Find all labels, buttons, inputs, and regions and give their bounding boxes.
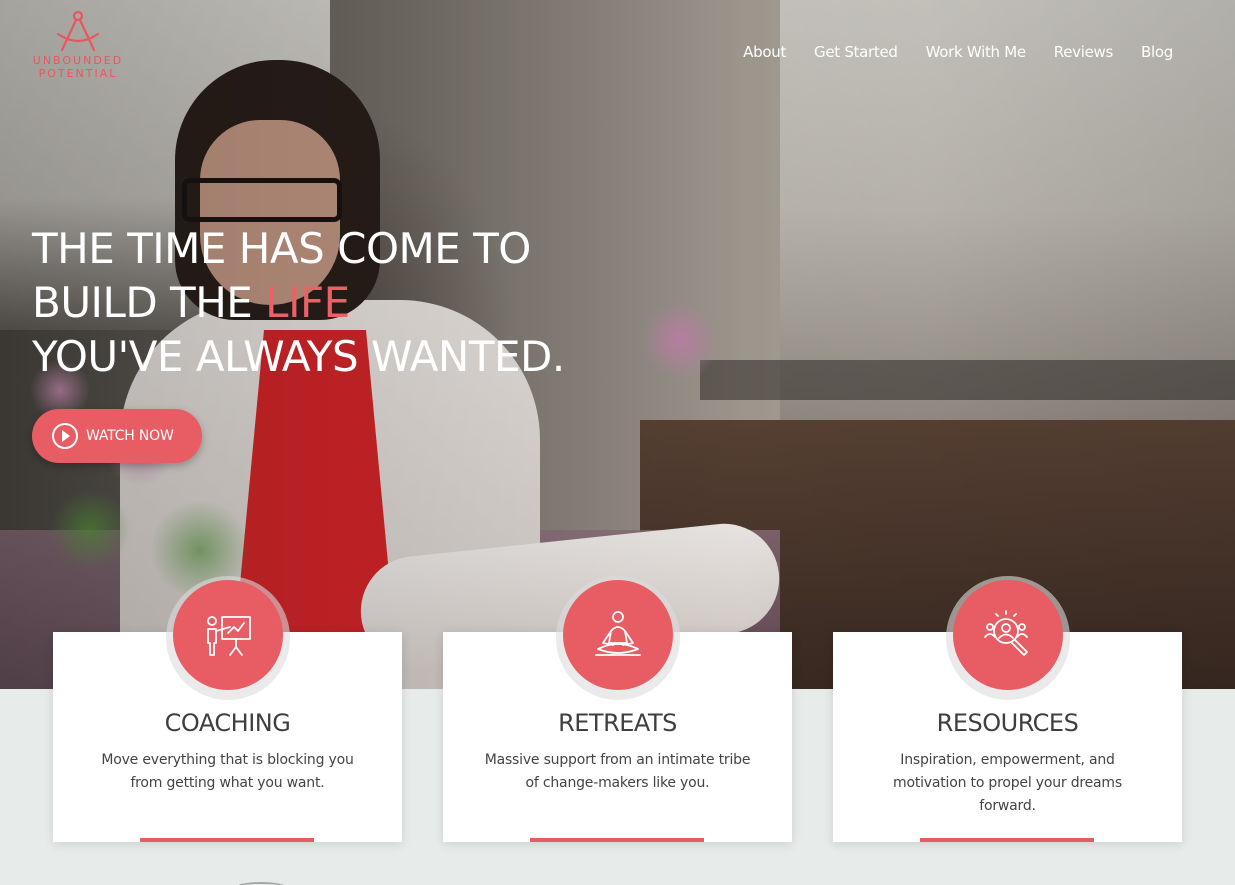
icon-circle <box>952 580 1063 690</box>
icon-circle <box>172 580 283 690</box>
hero-headline: THE TIME HAS COME TO BUILD THE LIFE YOU'… <box>32 222 565 384</box>
nav-item-get-started[interactable]: Get Started <box>814 43 898 61</box>
card-title: RETREATS <box>558 709 677 737</box>
nav-item-reviews[interactable]: Reviews <box>1054 43 1114 61</box>
card-coaching[interactable]: COACHING Move everything that is blockin… <box>53 576 402 842</box>
headline-accent-word: LIFE <box>265 278 350 327</box>
nav-item-blog[interactable]: Blog <box>1141 43 1173 61</box>
compass-a-icon <box>56 10 100 52</box>
main-nav: About Get Started Work With Me Reviews B… <box>715 43 1173 61</box>
card-text: Massive support from an intimate tribe o… <box>484 752 751 791</box>
site-logo[interactable]: UNBOUNDED POTENTIAL <box>28 8 128 80</box>
card-accent-bar <box>530 838 704 842</box>
watch-now-label: WATCH NOW <box>86 428 174 444</box>
watch-now-button[interactable]: WATCH NOW <box>32 409 202 463</box>
card-accent-bar <box>920 838 1094 842</box>
icon-circle <box>562 580 673 690</box>
card-resources[interactable]: RESOURCES Inspiration, empowerment, and … <box>833 576 1182 842</box>
card-text: Inspiration, empowerment, and motivation… <box>893 752 1122 814</box>
card-text: Move everything that is blocking you fro… <box>101 752 354 791</box>
people-search-icon <box>983 610 1028 656</box>
card-title: COACHING <box>164 709 291 737</box>
logo-text-line1: UNBOUNDED <box>32 54 124 67</box>
play-circle-icon <box>52 423 78 449</box>
nav-item-work-with-me[interactable]: Work With Me <box>926 43 1026 61</box>
headline-line3: YOU'VE ALWAYS WANTED. <box>32 332 565 381</box>
headline-line2-prefix: BUILD THE <box>32 278 266 327</box>
card-title: RESOURCES <box>936 709 1079 737</box>
nav-item-about[interactable]: About <box>743 43 786 61</box>
headline-line1: THE TIME HAS COME TO <box>32 224 531 273</box>
logo-text-line2: POTENTIAL <box>38 67 118 80</box>
card-accent-bar <box>140 838 314 842</box>
meditation-icon <box>594 611 641 656</box>
card-retreats[interactable]: RETREATS Massive support from an intimat… <box>443 576 792 842</box>
presentation-icon <box>206 616 251 656</box>
